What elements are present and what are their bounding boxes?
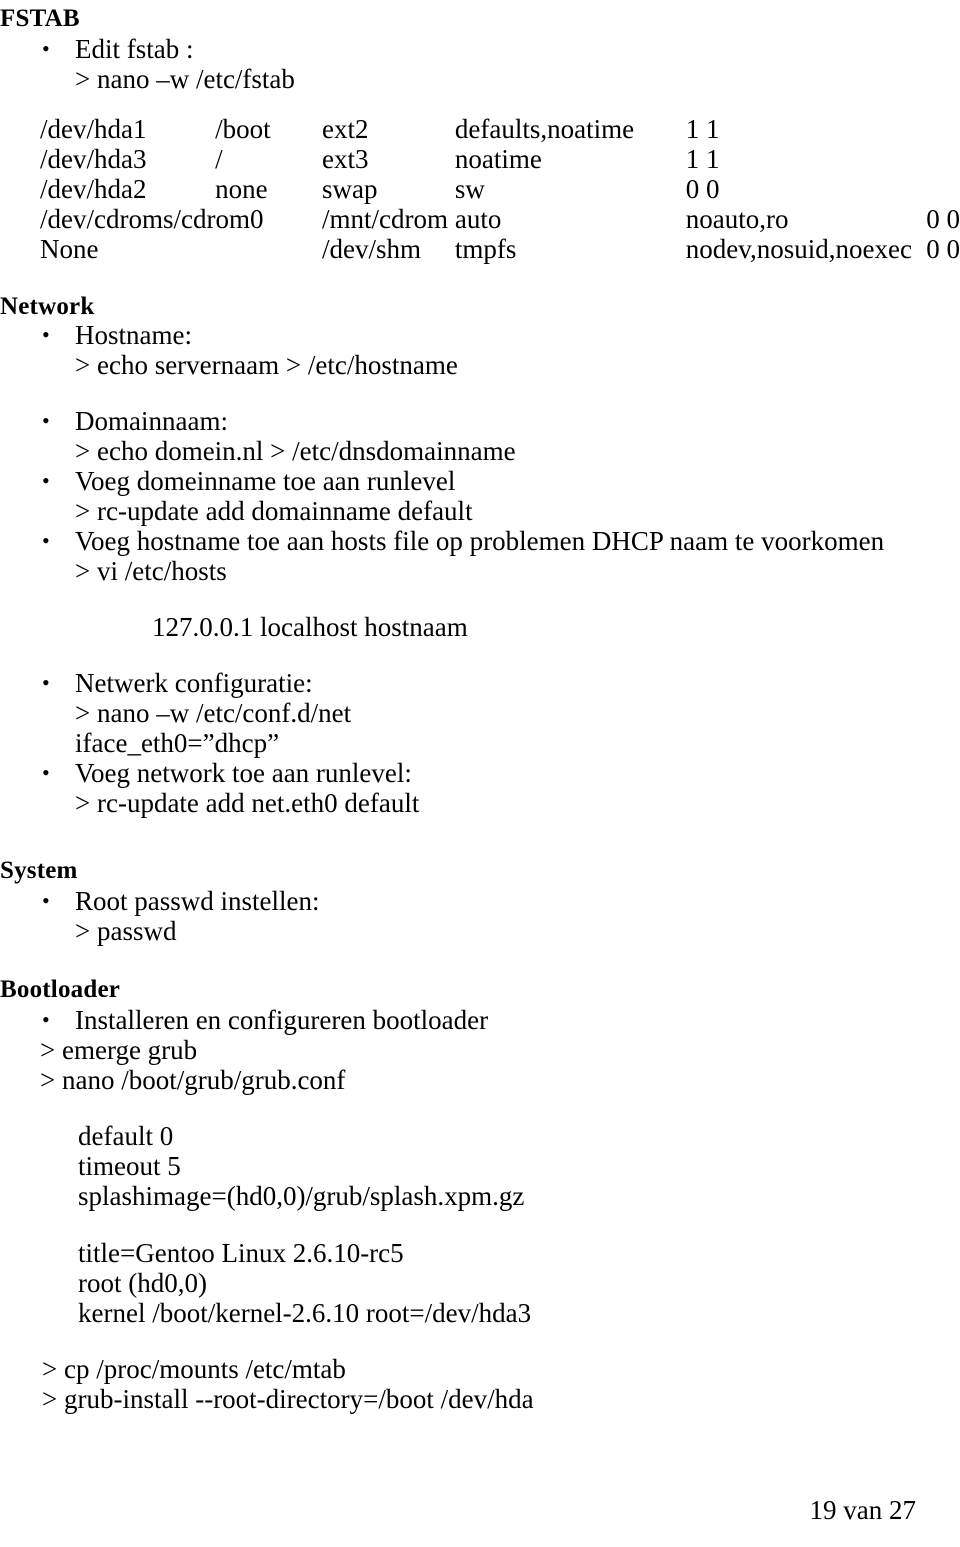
grub-conf-default: default 0 <box>78 1121 174 1151</box>
fstab-cell-mountpoint: / <box>215 144 223 174</box>
network-netconf-command: > nano –w /etc/conf.d/net <box>75 698 352 728</box>
network-netrunlevel-command: > rc-update add net.eth0 default <box>75 788 420 818</box>
network-netrunlevel-bullet: • Voeg network toe aan runlevel: <box>42 758 412 788</box>
network-runlevel-label: Voeg domeinname toe aan runlevel <box>75 466 456 496</box>
bootloader-nano-command: > nano /boot/grub/grub.conf <box>40 1065 346 1095</box>
network-hosts-command: > vi /etc/hosts <box>75 556 227 586</box>
fstab-cell-options: noatime <box>454 144 542 174</box>
fstab-cell-mountpoint: none <box>215 174 268 204</box>
system-passwd-command: > passwd <box>75 916 177 946</box>
table-row: /dev/cdroms/cdrom0 /mnt/cdrom auto noaut… <box>40 204 960 234</box>
system-heading: System <box>0 857 78 884</box>
bullet-icon: • <box>42 36 50 61</box>
table-row: None /dev/shm tmpfs nodev,nosuid,noexec … <box>40 234 960 264</box>
bullet-icon: • <box>42 1007 50 1032</box>
bullet-icon: • <box>42 322 50 347</box>
fstab-cell-type: swap <box>321 174 378 204</box>
fstab-cell-dumppass: 0 0 <box>926 234 960 264</box>
network-hostname-command: > echo servernaam > /etc/hostname <box>75 350 458 380</box>
network-netconf-label: Netwerk configuratie: <box>75 668 313 698</box>
bootloader-install-label: Installeren en configureren bootloader <box>75 1005 489 1035</box>
bullet-icon: • <box>42 760 50 785</box>
document-page: FSTAB • Edit fstab : > nano –w /etc/fsta… <box>0 0 960 1547</box>
page-indicator: 19 van 27 <box>809 1495 916 1525</box>
system-passwd-label: Root passwd instellen: <box>75 886 320 916</box>
bullet-icon: • <box>42 888 50 913</box>
fstab-table-body: /dev/hda1 /boot ext2 defaults,noatime 1 … <box>40 114 960 264</box>
fstab-cell-device: /dev/cdroms/cdrom0 <box>40 204 264 234</box>
grub-conf-root: root (hd0,0) <box>78 1268 207 1298</box>
grub-conf-timeout: timeout 5 <box>78 1151 181 1181</box>
fstab-cell-mountpoint: /boot <box>215 114 271 144</box>
network-runlevel-command: > rc-update add domainname default <box>75 496 473 526</box>
fstab-cell-options: nodev,nosuid,noexec <box>685 234 912 264</box>
fstab-cell-type: tmpfs <box>454 234 517 264</box>
bullet-icon: • <box>42 408 50 433</box>
network-netconf-value: iface_eth0=”dhcp” <box>75 728 280 758</box>
fstab-cell-dumppass: 0 0 <box>685 174 720 204</box>
network-hosts-bullet: • Voeg hostname toe aan hosts file op pr… <box>42 526 884 556</box>
grub-conf-kernel: kernel /boot/kernel-2.6.10 root=/dev/hda… <box>78 1298 532 1328</box>
fstab-section: FSTAB <box>0 4 80 34</box>
fstab-cell-type: ext2 <box>321 114 369 144</box>
network-hostname-label: Hostname: <box>75 320 192 350</box>
bullet-icon: • <box>42 528 50 553</box>
fstab-cell-options: noauto,ro <box>685 204 789 234</box>
bootloader-emerge-command: > emerge grub <box>40 1035 198 1065</box>
table-row: /dev/hda1 /boot ext2 defaults,noatime 1 … <box>40 114 960 144</box>
fstab-cell-mountpoint: /mnt/cdrom <box>321 204 448 234</box>
fstab-cell-mountpoint: /dev/shm <box>321 234 421 264</box>
bullet-icon: • <box>42 468 50 493</box>
network-netrunlevel-label: Voeg network toe aan runlevel: <box>75 758 412 788</box>
fstab-edit-bullet: • Edit fstab : <box>42 34 193 64</box>
network-runlevel-bullet: • Voeg domeinname toe aan runlevel <box>42 466 455 496</box>
bootloader-install-bullet: • Installeren en configureren bootloader <box>42 1005 488 1035</box>
network-domain-command: > echo domein.nl > /etc/dnsdomainname <box>75 436 516 466</box>
grub-conf-splashimage: splashimage=(hd0,0)/grub/splash.xpm.gz <box>78 1181 525 1211</box>
bootloader-heading: Bootloader <box>0 976 121 1003</box>
table-row: /dev/hda3 / ext3 noatime 1 1 <box>40 144 960 174</box>
fstab-cell-dumppass: 0 0 <box>926 204 960 234</box>
fstab-cell-device: /dev/hda3 <box>40 144 147 174</box>
bootloader-mtab-command: > cp /proc/mounts /etc/mtab <box>42 1354 346 1384</box>
network-hostname-bullet: • Hostname: <box>42 320 192 350</box>
bullet-icon: • <box>42 670 50 695</box>
fstab-cell-type: ext3 <box>321 144 369 174</box>
network-netconf-bullet: • Netwerk configuratie: <box>42 668 313 698</box>
fstab-table: /dev/hda1 /boot ext2 defaults,noatime 1 … <box>40 114 960 264</box>
network-hosts-label: Voeg hostname toe aan hosts file op prob… <box>75 526 885 556</box>
network-domain-label: Domainnaam: <box>75 406 228 436</box>
grub-conf-title: title=Gentoo Linux 2.6.10-rc5 <box>78 1238 404 1268</box>
fstab-edit-label: Edit fstab : <box>75 34 194 64</box>
network-hosts-entry: 127.0.0.1 localhost hostnaam <box>152 612 468 642</box>
fstab-cell-dumppass: 1 1 <box>685 114 720 144</box>
system-passwd-bullet: • Root passwd instellen: <box>42 886 320 916</box>
fstab-heading: FSTAB <box>0 5 80 32</box>
network-heading: Network <box>0 293 95 320</box>
table-row: /dev/hda2 none swap sw 0 0 <box>40 174 960 204</box>
fstab-cell-device: None <box>40 234 99 264</box>
fstab-edit-command: > nano –w /etc/fstab <box>75 64 295 94</box>
fstab-cell-dumppass: 1 1 <box>685 144 720 174</box>
fstab-cell-type: auto <box>454 204 502 234</box>
network-domain-bullet: • Domainnaam: <box>42 406 228 436</box>
fstab-cell-options: defaults,noatime <box>454 114 635 144</box>
fstab-cell-device: /dev/hda2 <box>40 174 147 204</box>
fstab-cell-options: sw <box>454 174 485 204</box>
bootloader-grub-install-command: > grub-install --root-directory=/boot /d… <box>42 1384 534 1414</box>
fstab-cell-device: /dev/hda1 <box>40 114 147 144</box>
